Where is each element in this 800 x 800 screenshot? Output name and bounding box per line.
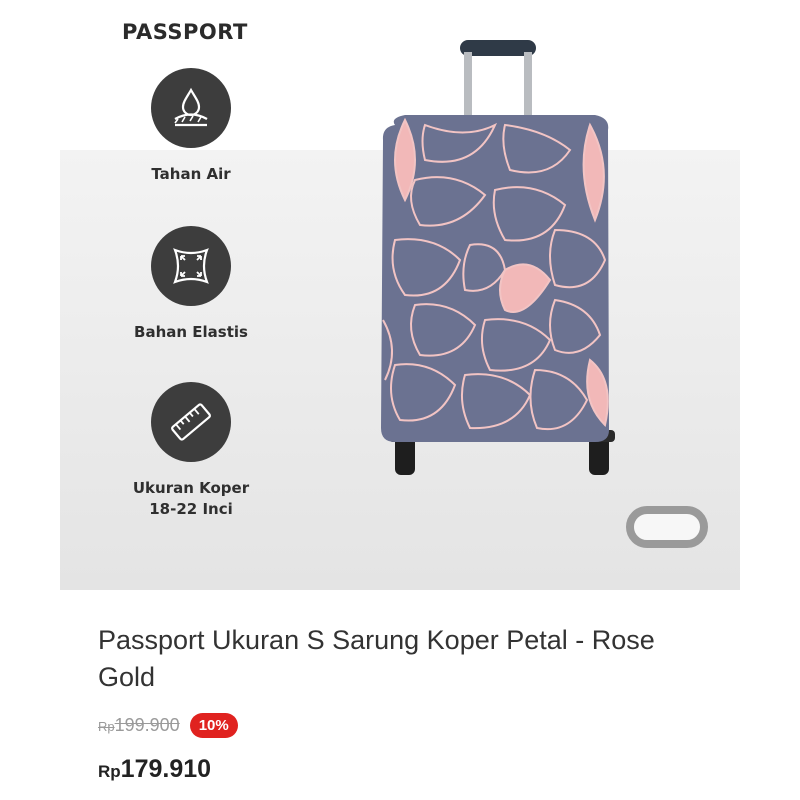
final-price: Rp179.910 [98, 755, 211, 784]
stretch-arrows-icon [151, 226, 231, 306]
image-scroll-indicator[interactable] [626, 506, 708, 548]
original-price: Rp199.900 [98, 715, 180, 736]
product-image[interactable]: PASSPORT Tahan Air Bahan Elastis Ukuran … [60, 0, 740, 590]
feature-label: Tahan Air [151, 165, 231, 183]
luggage-cover-image [381, 40, 615, 475]
final-price-value: 179.910 [120, 755, 212, 783]
feature-label: Ukuran Koper 18-22 Inci [132, 479, 250, 518]
final-price-currency: Rp [98, 762, 121, 781]
feature-elastic: Bahan Elastis [106, 226, 276, 343]
product-title: Passport Ukuran S Sarung Koper Petal - R… [98, 625, 655, 692]
original-price-value: 199.900 [114, 715, 180, 735]
ruler-icon [151, 382, 231, 462]
feature-water-resistant: Tahan Air [106, 68, 276, 185]
water-drop-icon [151, 68, 231, 148]
brand-logo: PASSPORT [122, 20, 248, 44]
original-price-row: Rp199.900 10% [98, 713, 238, 738]
feature-label: Bahan Elastis [134, 323, 248, 341]
original-price-currency: Rp [98, 719, 115, 734]
feature-size: Ukuran Koper 18-22 Inci [106, 382, 276, 520]
discount-badge: 10% [189, 713, 238, 738]
